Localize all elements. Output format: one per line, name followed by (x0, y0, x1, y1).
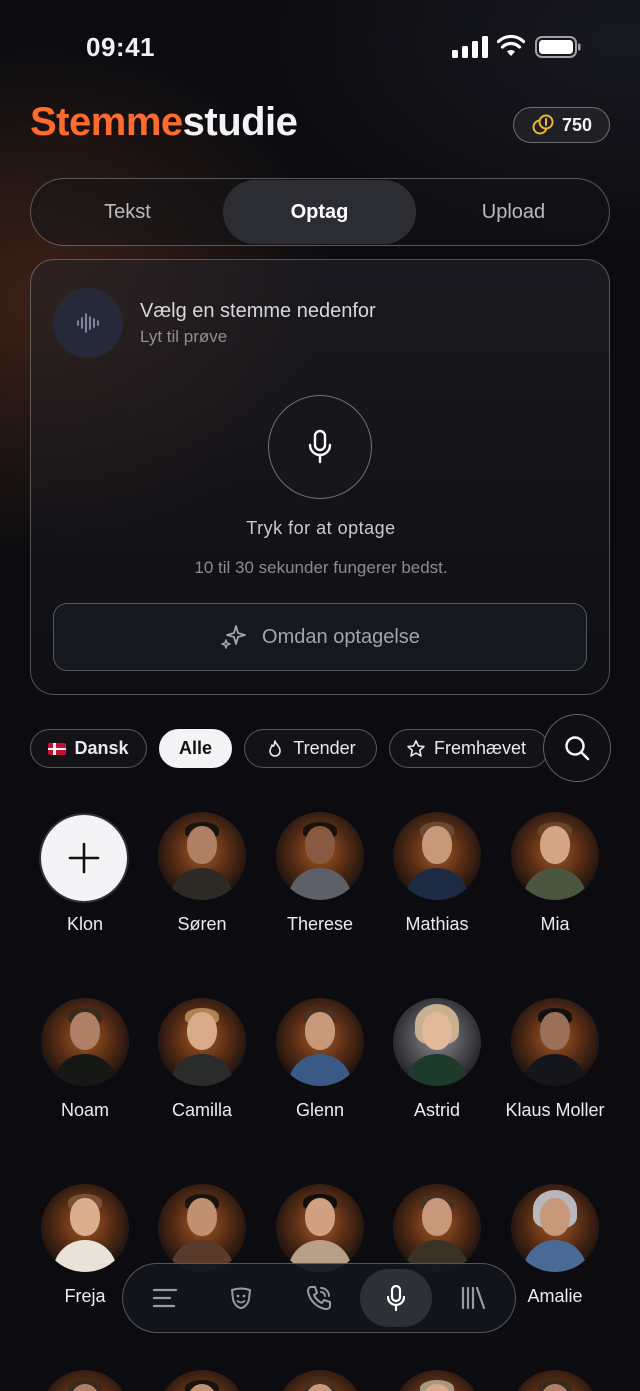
voice-name: Klon (66, 914, 104, 934)
avatar (276, 1184, 364, 1272)
filter-dansk[interactable]: Dansk (30, 729, 147, 768)
nav-library[interactable] (437, 1269, 509, 1327)
record-card: Vælg en stemme nedenfor Lyt til prøve Tr… (30, 259, 610, 695)
microphone-icon (308, 429, 332, 464)
voice-name: Mia (540, 914, 570, 934)
star-icon (407, 739, 425, 757)
search-button[interactable] (543, 714, 611, 782)
nav-record[interactable] (360, 1269, 432, 1327)
search-icon (565, 736, 590, 761)
avatar (158, 812, 246, 900)
avatar (393, 1184, 481, 1272)
filter-alle[interactable]: Alle (159, 729, 232, 768)
record-button[interactable] (268, 395, 372, 499)
voice-select-title: Vælg en stemme nedenfor (140, 300, 376, 322)
nav-menu[interactable] (129, 1269, 201, 1327)
credits-badge[interactable]: 750 (513, 107, 610, 143)
voice-name: Noam (60, 1100, 109, 1120)
waveform-icon (77, 313, 99, 333)
avatar (393, 812, 481, 900)
credits-count: 750 (561, 114, 593, 135)
avatar (276, 998, 364, 1086)
avatar (276, 1370, 364, 1391)
filter-label: Alle (178, 738, 212, 758)
tab-upload[interactable]: Upload (417, 180, 610, 244)
menu-icon (152, 1288, 178, 1308)
voice-name: Søren (177, 914, 227, 934)
filter-label: Trender (293, 738, 356, 758)
avatar (511, 1370, 599, 1391)
microphone-icon (386, 1284, 406, 1312)
library-icon (461, 1286, 486, 1310)
voice-name: Therese (286, 914, 354, 934)
avatar (158, 1184, 246, 1272)
plus-icon (68, 842, 100, 874)
filter-fremhaevet[interactable]: Fremhævet (389, 729, 549, 768)
battery-icon (535, 36, 581, 58)
filter-trender[interactable]: Trender (244, 729, 377, 768)
avatar (41, 1370, 129, 1391)
nav-calls[interactable] (283, 1269, 355, 1327)
status-time: 09:41 (86, 32, 155, 62)
record-hint: 10 til 30 sekunder fungerer bedst. (194, 558, 448, 577)
add-clone-button[interactable] (41, 815, 127, 901)
avatar (511, 998, 599, 1086)
voice-name: Camilla (171, 1100, 232, 1120)
voice-name: Glenn (295, 1100, 345, 1120)
avatar (511, 812, 599, 900)
convert-recording-button[interactable]: Omdan optagelse (53, 603, 587, 671)
tab-tekst[interactable]: Tekst (31, 180, 224, 244)
avatar (511, 1184, 599, 1272)
record-label: Tryk for at optage (246, 518, 396, 538)
filter-label: Fremhævet (434, 738, 527, 758)
signal-icon (452, 36, 488, 58)
avatar (393, 1370, 481, 1391)
wifi-icon (497, 34, 525, 56)
voice-name: Mathias (405, 914, 469, 934)
title-part-2: studie (182, 100, 298, 144)
avatar (41, 998, 129, 1086)
bottom-nav (122, 1263, 516, 1333)
filter-label: Dansk (74, 738, 129, 758)
denmark-flag-icon (48, 742, 67, 755)
title-part-1: Stemme (30, 100, 183, 144)
tab-optag[interactable]: Optag (223, 180, 416, 244)
avatar (276, 812, 364, 900)
avatar (158, 998, 246, 1086)
coins-icon (532, 114, 554, 135)
mode-tabs: Tekst Optag Upload (30, 178, 610, 246)
voice-select-subtitle: Lyt til prøve (140, 327, 228, 346)
page-title: Stemmestudie (30, 100, 298, 145)
voice-name: Astrid (413, 1100, 460, 1120)
voice-selector[interactable] (53, 288, 123, 358)
voice-name: Klaus Moller (505, 1100, 605, 1120)
status-bar: 09:41 (0, 0, 640, 90)
avatar (41, 1184, 129, 1272)
avatar (158, 1370, 246, 1391)
nav-characters[interactable] (206, 1269, 278, 1327)
avatar (393, 998, 481, 1086)
flame-icon (269, 739, 282, 757)
masks-icon (231, 1287, 251, 1309)
phone-icon (307, 1286, 331, 1310)
convert-label: Omdan optagelse (262, 625, 420, 648)
sparkles-icon (221, 625, 246, 649)
